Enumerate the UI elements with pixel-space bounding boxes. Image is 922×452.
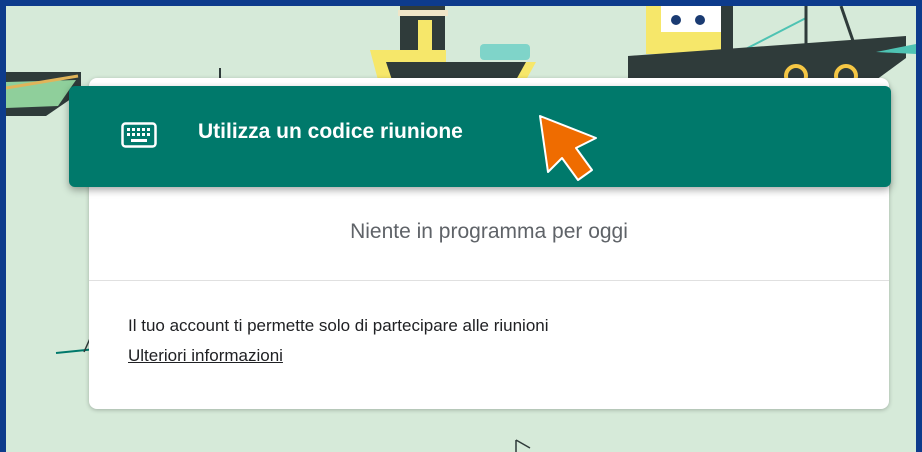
meet-home-view: Niente in programma per oggi Il tuo acco… bbox=[6, 6, 916, 452]
join-with-code-button[interactable]: Utilizza un codice riunione bbox=[69, 86, 891, 187]
card-divider bbox=[89, 280, 889, 281]
flag-mark bbox=[515, 439, 531, 452]
fishing-boat-illustration bbox=[628, 6, 916, 88]
tugboat-illustration bbox=[370, 6, 536, 80]
no-meetings-message: Niente in programma per oggi bbox=[350, 220, 628, 243]
learn-more-link[interactable]: Ulteriori informazioni bbox=[128, 346, 283, 366]
account-note: Il tuo account ti permette solo di parte… bbox=[128, 316, 549, 335]
keyboard-icon bbox=[121, 122, 157, 148]
pointer-arrow-icon bbox=[539, 115, 597, 181]
join-with-code-label: Utilizza un codice riunione bbox=[198, 120, 463, 143]
